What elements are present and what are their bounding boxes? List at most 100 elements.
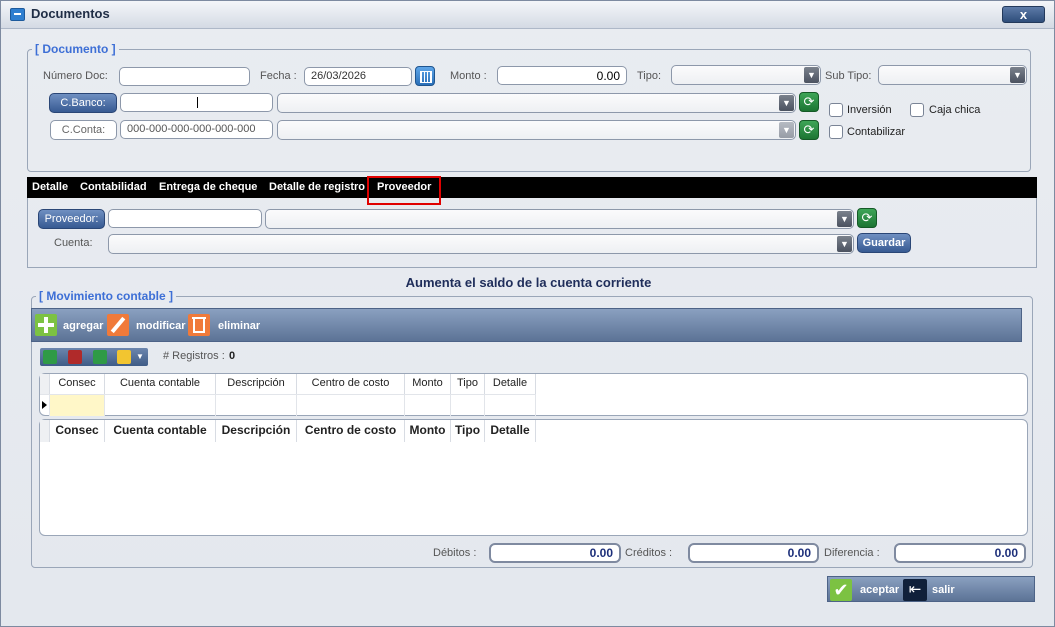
creditos-value: 0.00 xyxy=(688,543,819,563)
exit-icon[interactable]: ⇤ xyxy=(903,579,927,601)
grid-tools: ▼ xyxy=(40,348,148,366)
info-message: Aumenta el saldo de la cuenta corriente xyxy=(405,275,652,290)
chevron-down-icon[interactable]: ▼ xyxy=(779,95,794,111)
cbanco-code-input[interactable] xyxy=(120,93,273,112)
proveedor-name-select[interactable]: ▼ xyxy=(265,209,854,229)
cuenta-label: Cuenta: xyxy=(54,237,93,249)
cell-tipo[interactable] xyxy=(451,394,485,416)
col-centro-de-costo[interactable]: Centro de costo xyxy=(297,420,405,442)
debitos-value: 0.00 xyxy=(489,543,621,563)
export-down-icon[interactable] xyxy=(43,350,57,364)
cell-monto[interactable] xyxy=(405,394,451,416)
tab-detalle[interactable]: Detalle xyxy=(32,181,68,193)
diferencia-value: 0.00 xyxy=(894,543,1026,563)
row-indicator xyxy=(40,394,50,416)
contabilizar-checkbox[interactable] xyxy=(829,125,843,139)
col-descripcion[interactable]: Descripción xyxy=(216,420,297,442)
cell-descripcion[interactable] xyxy=(216,394,297,416)
pencil-icon[interactable] xyxy=(107,314,129,336)
briefcase-icon xyxy=(10,8,25,21)
col-tipo[interactable]: Tipo xyxy=(451,374,485,394)
agregar-button[interactable]: agregar xyxy=(63,320,103,332)
check-icon[interactable]: ✔ xyxy=(830,579,852,601)
documentos-window: Documentos x [ Documento ] Número Doc: F… xyxy=(0,0,1055,627)
eliminar-button[interactable]: eliminar xyxy=(218,320,260,332)
col-consec[interactable]: Consec xyxy=(50,374,105,394)
chevron-down-icon[interactable]: ▼ xyxy=(837,236,852,252)
monto-input[interactable]: 0.00 xyxy=(497,66,627,85)
registros-count: 0 xyxy=(229,350,236,362)
row-pointer-icon xyxy=(42,401,47,409)
aceptar-button[interactable]: aceptar xyxy=(860,584,899,596)
debitos-label: Débitos : xyxy=(433,547,477,559)
subtipo-select[interactable]: ▼ xyxy=(878,65,1027,85)
proveedor-button[interactable]: Proveedor: xyxy=(38,209,105,229)
col-detalle[interactable]: Detalle xyxy=(485,420,536,442)
numero-doc-label: Número Doc: xyxy=(43,70,108,82)
col-detalle[interactable]: Detalle xyxy=(485,374,536,394)
add-icon[interactable] xyxy=(35,314,57,336)
col-cuenta-contable[interactable]: Cuenta contable xyxy=(105,374,216,394)
chevron-down-icon[interactable]: ▼ xyxy=(134,350,146,364)
contabilizar-label: Contabilizar xyxy=(847,126,906,138)
cell-consec[interactable] xyxy=(50,394,105,416)
col-descripcion[interactable]: Descripción xyxy=(216,374,297,394)
col-centro-de-costo[interactable]: Centro de costo xyxy=(297,374,405,394)
cbanco-name-select[interactable]: ▼ xyxy=(277,93,796,113)
calendar-icon[interactable] xyxy=(415,66,435,86)
chevron-down-icon[interactable]: ▼ xyxy=(1010,67,1025,83)
col-consec[interactable]: Consec xyxy=(50,420,105,442)
cell-cuenta-contable[interactable] xyxy=(105,394,216,416)
movimiento-toolbar: agregar modificar eliminar xyxy=(31,308,1022,342)
guardar-button[interactable]: Guardar xyxy=(857,233,911,253)
cuenta-select[interactable]: ▼ xyxy=(108,234,854,254)
subtipo-label: Sub Tipo: xyxy=(825,70,872,82)
cconta-name-select[interactable]: ▼ xyxy=(277,120,796,140)
refresh-icon[interactable]: ⟳ xyxy=(799,92,819,112)
col-cuenta-contable[interactable]: Cuenta contable xyxy=(105,420,216,442)
close-button[interactable]: x xyxy=(1002,6,1045,23)
text-cursor xyxy=(197,97,198,108)
salir-button[interactable]: salir xyxy=(932,584,955,596)
cconta-button[interactable]: C.Conta: xyxy=(50,120,117,140)
tab-detalle-de-registro[interactable]: Detalle de registro xyxy=(269,181,365,193)
movimientos-grid: Consec Cuenta contable Descripción Centr… xyxy=(39,419,1028,536)
refresh-icon[interactable]: ⟳ xyxy=(857,208,877,228)
tab-bar: Detalle Contabilidad Entrega de cheque D… xyxy=(27,177,1037,198)
fecha-input[interactable]: 26/03/2026 xyxy=(304,67,412,86)
window-title: Documentos xyxy=(31,6,110,21)
action-bar: ✔ aceptar ⇤ salir xyxy=(827,576,1035,602)
cell-detalle[interactable] xyxy=(485,394,536,416)
chevron-down-icon[interactable]: ▼ xyxy=(779,122,794,138)
proveedor-code-input[interactable] xyxy=(108,209,262,228)
col-monto[interactable]: Monto xyxy=(405,420,451,442)
caja-chica-checkbox[interactable] xyxy=(910,103,924,117)
tab-entrega-de-cheque[interactable]: Entrega de cheque xyxy=(159,181,257,193)
refresh-icon[interactable]: ⟳ xyxy=(799,120,819,140)
tab-contabilidad[interactable]: Contabilidad xyxy=(80,181,147,193)
magnet-icon[interactable] xyxy=(68,350,82,364)
caja-chica-label: Caja chica xyxy=(929,104,981,116)
cbanco-button[interactable]: C.Banco: xyxy=(49,93,117,113)
trash-icon[interactable] xyxy=(188,314,210,336)
modificar-button[interactable]: modificar xyxy=(136,320,186,332)
chevron-down-icon[interactable]: ▼ xyxy=(837,211,852,227)
col-tipo[interactable]: Tipo xyxy=(451,420,485,442)
numero-doc-input[interactable] xyxy=(119,67,250,86)
inversion-label: Inversión xyxy=(847,104,892,116)
cconta-code-input[interactable]: 000-000-000-000-000-000 xyxy=(120,120,273,139)
documento-legend: [ Documento ] xyxy=(35,42,116,56)
monto-label: Monto : xyxy=(450,70,487,82)
lightbulb-icon[interactable] xyxy=(117,350,131,364)
export-icon[interactable] xyxy=(93,350,107,364)
chevron-down-icon[interactable]: ▼ xyxy=(804,67,819,83)
inversion-checkbox[interactable] xyxy=(829,103,843,117)
row-header-corner xyxy=(40,420,50,442)
cell-centro-de-costo[interactable] xyxy=(297,394,405,416)
fecha-label: Fecha : xyxy=(260,70,297,82)
entry-grid: Consec Cuenta contable Descripción Centr… xyxy=(39,373,1028,416)
tipo-select[interactable]: ▼ xyxy=(671,65,821,85)
col-monto[interactable]: Monto xyxy=(405,374,451,394)
title-bar: Documentos x xyxy=(1,1,1054,29)
row-header-corner xyxy=(40,374,50,394)
